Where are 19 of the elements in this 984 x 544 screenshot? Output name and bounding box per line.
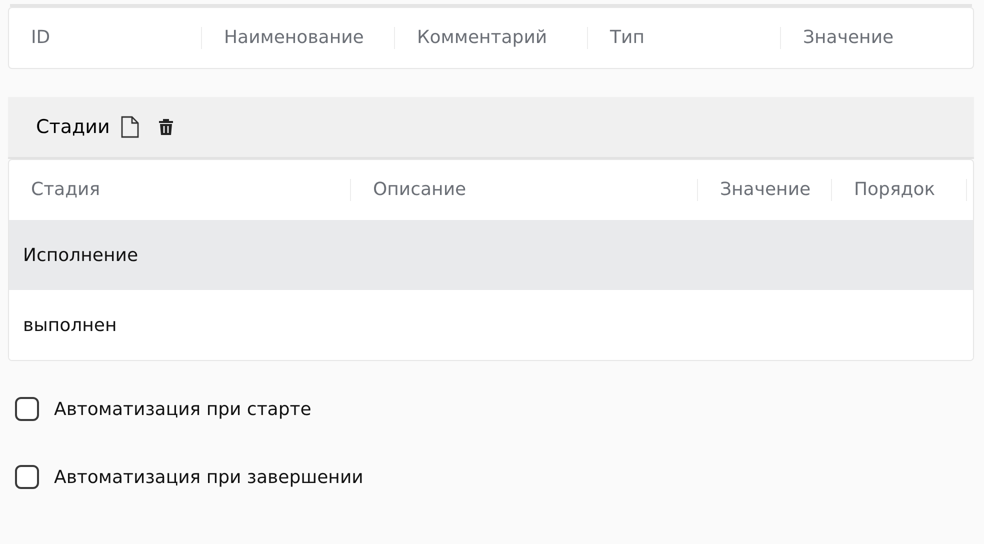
- checkbox-label: Автоматизация при завершении: [54, 466, 364, 488]
- table-cell-text: Исполнение: [22, 244, 138, 266]
- new-file-icon[interactable]: [120, 116, 140, 138]
- checkbox[interactable]: [15, 465, 39, 489]
- column-header: Значение: [781, 27, 973, 49]
- checkbox[interactable]: [15, 397, 39, 421]
- column-header: Комментарий: [395, 27, 588, 49]
- delete-icon[interactable]: [158, 118, 174, 136]
- column-header: Описание: [351, 179, 698, 201]
- table-row[interactable]: Исполнение: [9, 220, 973, 290]
- column-header: Стадия: [9, 179, 351, 201]
- column-header: Значение: [698, 179, 832, 201]
- stages-title: Стадии: [36, 116, 110, 138]
- checkbox-label: Автоматизация при старте: [54, 398, 312, 420]
- column-header: Тип: [588, 27, 781, 49]
- column-header: Наименование: [202, 27, 395, 49]
- column-header: ID: [9, 27, 202, 49]
- table-cell-text: выполнен: [22, 314, 117, 336]
- column-header: Порядок: [832, 179, 967, 201]
